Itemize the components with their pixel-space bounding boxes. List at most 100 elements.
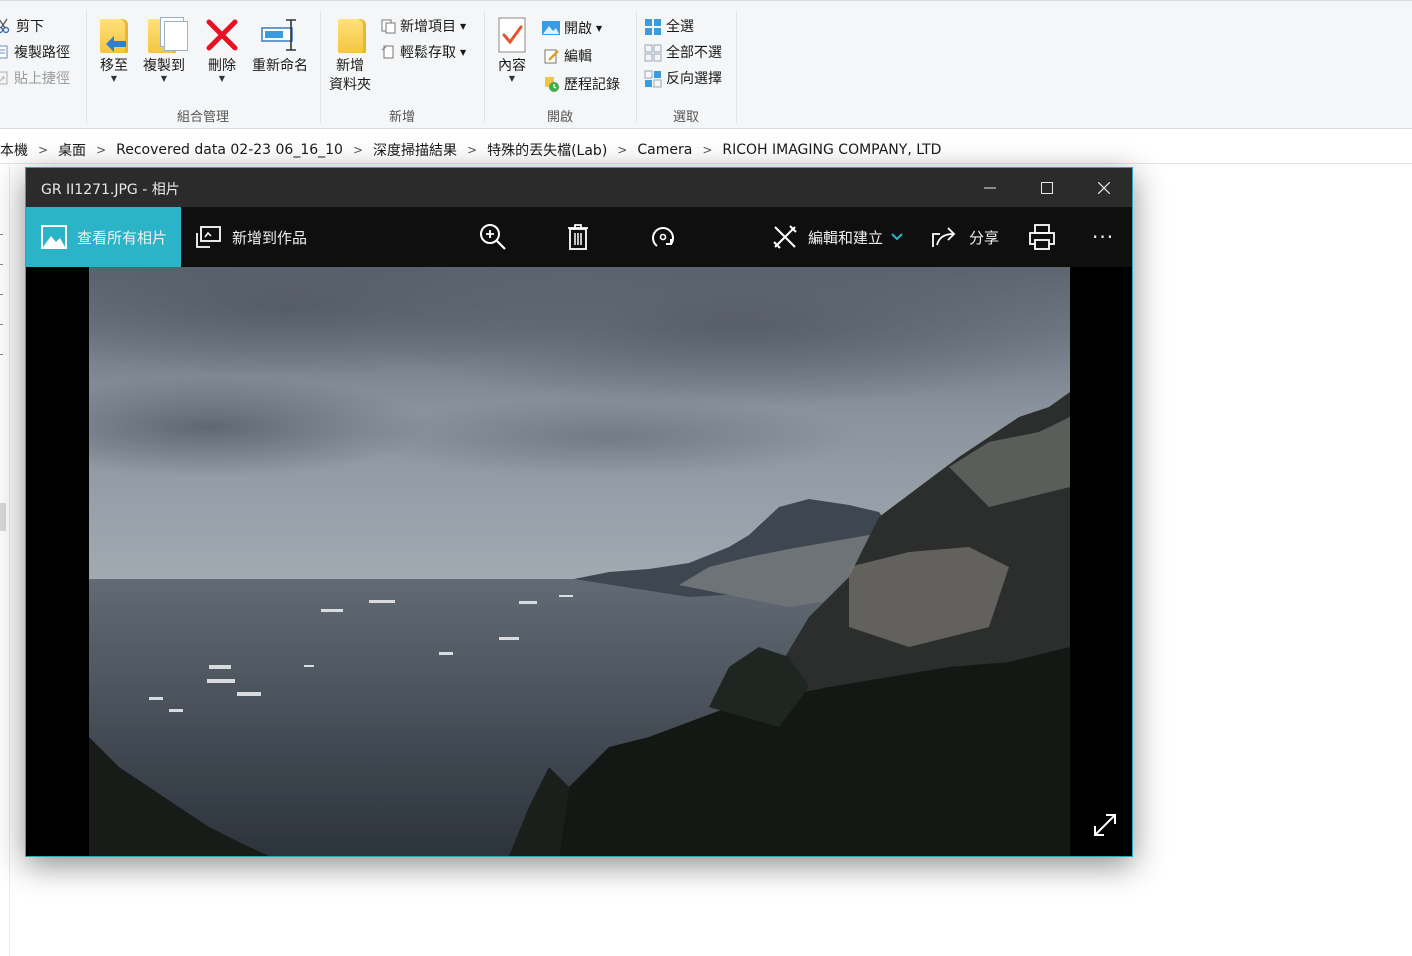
new-folder-button[interactable]: 新增 資料夾 (326, 15, 374, 95)
trash-icon (568, 224, 588, 250)
ribbon-separator (736, 11, 737, 123)
rename-icon (260, 15, 300, 55)
print-button[interactable] (1028, 207, 1056, 267)
navigation-pane[interactable] (0, 164, 10, 956)
nav-expander[interactable] (0, 294, 3, 295)
delete-button[interactable]: 刪除 ▼ (202, 15, 242, 83)
close-icon (1097, 181, 1110, 194)
chevron-right-icon[interactable]: > (347, 143, 369, 157)
delete-label: 刪除 (208, 58, 236, 74)
ribbon-separator (484, 11, 485, 123)
new-item-button[interactable]: 新增項目 ▼ (380, 15, 466, 37)
nav-selected-item[interactable] (0, 503, 6, 531)
edit-create-icon (773, 225, 797, 249)
properties-check-icon (494, 15, 530, 55)
coastline-photo (89, 267, 1070, 856)
rotate-button[interactable] (649, 207, 677, 267)
edit-create-button[interactable]: 編輯和建立 (772, 207, 903, 267)
paste-shortcut-button[interactable]: 貼上捷徑 (0, 67, 70, 89)
easy-access-button[interactable]: 輕鬆存取 ▼ (380, 41, 466, 63)
nav-expander[interactable] (0, 234, 3, 235)
chevron-down-icon: ▼ (460, 21, 467, 31)
chevron-down-icon: ▼ (218, 74, 226, 83)
breadcrumb-item[interactable]: RICOH IMAGING COMPANY, LTD (718, 142, 945, 158)
new-item-icon (380, 18, 396, 34)
nav-expander[interactable] (0, 264, 3, 265)
chevron-down-icon: ▼ (160, 74, 168, 83)
add-to-creation-icon (196, 226, 221, 248)
minimize-button[interactable] (961, 168, 1018, 207)
photos-window: GR II1271.JPG - 相片 查看所有相片 新增到作品 編輯和建立 分享… (25, 167, 1133, 857)
fullscreen-button[interactable] (1092, 812, 1118, 842)
select-caption: 選取 (672, 110, 699, 125)
breadcrumb-item[interactable]: Camera (633, 142, 696, 158)
breadcrumb-item[interactable]: Recovered data 02-23 06_16_10 (112, 142, 347, 158)
share-icon (932, 227, 956, 247)
breadcrumb-item[interactable]: 桌面 (54, 140, 90, 160)
nav-expander[interactable] (0, 354, 3, 355)
add-to-creation-label: 新增到作品 (232, 228, 308, 247)
history-label: 歷程記錄 (564, 77, 620, 93)
share-button[interactable]: 分享 (931, 207, 999, 267)
chevron-right-icon[interactable]: > (90, 143, 112, 157)
new-folder-label-1: 新增 (336, 58, 364, 74)
chevron-right-icon[interactable]: > (32, 143, 54, 157)
invert-selection-label: 反向選擇 (666, 71, 722, 87)
add-to-creation-button[interactable]: 新增到作品 (196, 207, 307, 267)
edit-button[interactable]: 編輯 (544, 45, 592, 67)
select-all-button[interactable]: 全選 (644, 15, 694, 37)
chevron-right-icon[interactable]: > (696, 143, 718, 157)
invert-selection-button[interactable]: 反向選擇 (644, 67, 722, 89)
more-options-button[interactable]: ··· (1092, 207, 1114, 267)
new-folder-icon (330, 15, 370, 55)
scissors-icon (0, 18, 12, 34)
maximize-button[interactable] (1018, 168, 1075, 207)
zoom-button[interactable] (479, 207, 507, 267)
view-all-photos-button[interactable]: 查看所有相片 (26, 207, 181, 267)
select-all-label: 全選 (666, 19, 694, 35)
open-button[interactable]: 開啟 ▼ (542, 17, 602, 39)
open-caption: 開啟 (546, 110, 573, 125)
cut-button[interactable]: 剪下 (0, 15, 44, 37)
chevron-right-icon[interactable]: > (461, 143, 483, 157)
edit-label: 編輯 (564, 49, 592, 65)
copy-path-icon (0, 44, 10, 60)
photos-titlebar[interactable]: GR II1271.JPG - 相片 (26, 168, 1132, 207)
gallery-icon (41, 225, 67, 249)
minimize-icon (983, 187, 996, 188)
move-to-button[interactable]: 移至 ▼ (96, 15, 132, 83)
delete-photo-button[interactable] (567, 207, 589, 267)
select-none-button[interactable]: 全部不選 (644, 41, 722, 63)
image-icon (542, 20, 560, 36)
ribbon: 剪下 複製路徑 貼上捷徑 移至 ▼ 複製到 ▼ 刪除 ▼ 重新命名 組合管理 新… (0, 0, 1412, 129)
edit-pencil-icon (544, 48, 560, 64)
history-button[interactable]: 歷程記錄 (544, 73, 620, 95)
breadcrumb-item[interactable]: 特殊的丟失檔(Lab) (483, 140, 611, 160)
copy-path-button[interactable]: 複製路徑 (0, 41, 70, 63)
chevron-right-icon[interactable]: > (611, 143, 633, 157)
properties-button[interactable]: 內容 ▼ (494, 15, 530, 83)
edit-create-label: 編輯和建立 (808, 228, 884, 247)
select-none-icon (644, 44, 662, 62)
select-group: 全選 全部不選 反向選擇 選取 (638, 9, 734, 129)
new-group: 新增 資料夾 新增項目 ▼ 輕鬆存取 ▼ 新增 (322, 9, 482, 129)
address-bar[interactable]: 本機 > 桌面 > Recovered data 02-23 06_16_10 … (0, 137, 1412, 164)
maximize-icon (1040, 181, 1053, 194)
select-all-icon (644, 18, 662, 35)
copy-to-button[interactable]: 複製到 ▼ (140, 15, 188, 83)
delete-x-icon (202, 15, 242, 55)
breadcrumb-item[interactable]: 深度掃描結果 (369, 140, 461, 160)
rename-button[interactable]: 重新命名 (248, 15, 312, 76)
breadcrumb-item[interactable]: 本機 (0, 140, 32, 160)
close-button[interactable] (1075, 168, 1132, 207)
new-item-label: 新增項目 (400, 19, 456, 35)
nav-expander[interactable] (0, 324, 3, 325)
properties-label: 內容 (498, 58, 526, 74)
easy-access-label: 輕鬆存取 (400, 45, 456, 61)
open-label: 開啟 (564, 21, 592, 37)
organize-group: 移至 ▼ 複製到 ▼ 刪除 ▼ 重新命名 組合管理 (88, 9, 318, 129)
ribbon-separator (320, 11, 321, 123)
chevron-down-icon: ▼ (110, 74, 118, 83)
photo-image[interactable] (89, 267, 1070, 856)
chevron-down-icon: ▼ (508, 74, 516, 83)
